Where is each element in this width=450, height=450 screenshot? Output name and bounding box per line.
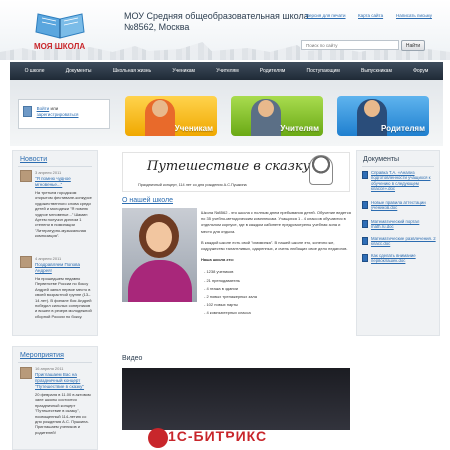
tile-teachers-label: Учителям — [280, 124, 319, 133]
word-doc-icon — [362, 171, 368, 179]
nav-item-parents[interactable]: Родителям — [260, 68, 285, 74]
divider — [18, 362, 92, 363]
document-link[interactable]: Математический портал math.ru.doc — [371, 219, 437, 230]
document-link[interactable]: Как сделать внимание первоклашек.doc — [371, 253, 437, 264]
logo-book-icon[interactable] — [34, 8, 86, 42]
news-title[interactable]: Новости — [20, 156, 47, 163]
news-date: 4 апреля 2011 — [35, 256, 62, 261]
nav-item-graduates[interactable]: Выпускникам — [361, 68, 392, 74]
news-thumbnail[interactable] — [20, 256, 32, 268]
divider — [362, 166, 434, 167]
news-link[interactable]: Поздравляем Попова Андрея! — [35, 262, 93, 274]
event-thumbnail[interactable] — [20, 367, 32, 379]
stats-item: - 4 этажа в здании — [204, 285, 238, 291]
nav-item-forum[interactable]: Форум — [413, 68, 428, 74]
news-text: На третьем городском открытом фестивале-… — [35, 190, 92, 239]
news-text: На прошедшем недавно Первенстве России п… — [35, 276, 92, 319]
photo-body — [128, 260, 192, 302]
video-overlay-text: 1С-БИТРИКС — [168, 428, 268, 444]
register-link[interactable]: зарегистрироваться — [37, 112, 79, 117]
photo-face — [146, 222, 172, 252]
event-date: 16 апреля 2011 — [35, 366, 64, 371]
login-or-text: или — [50, 106, 59, 111]
about-paragraph: В каждой школе есть свой "изюминка". В н… — [201, 239, 348, 252]
tile-students[interactable]: Ученикам — [125, 96, 217, 136]
word-doc-icon — [362, 237, 368, 245]
nav-item-students[interactable]: Ученикам — [172, 68, 195, 74]
stats-item: - 21 преподаватель — [204, 277, 241, 283]
news-thumbnail[interactable] — [20, 170, 32, 182]
bitrix-logo-icon — [148, 428, 168, 448]
stats-item: - 2 новых тренажерных зала — [204, 294, 257, 300]
play-icon[interactable] — [226, 437, 238, 450]
nav-item-applicants[interactable]: Поступающим — [307, 68, 340, 74]
promo-subtitle: Праздничный концерт, 114 лет со дня рожд… — [138, 183, 247, 187]
divider — [18, 166, 92, 167]
events-title[interactable]: Мероприятия — [20, 352, 64, 359]
word-doc-icon — [362, 201, 368, 209]
event-link[interactable]: Приглашаем Вас на праздничный концерт "П… — [35, 372, 93, 390]
search-input[interactable] — [301, 40, 399, 50]
stats-item: - 102 новых парты — [204, 302, 239, 308]
stats-list: - 1238 учеников - 21 преподаватель - 4 э… — [201, 268, 351, 317]
video-title: Видео — [122, 355, 143, 362]
main-nav: О школе Документы Школьная жизнь Ученика… — [10, 62, 443, 80]
tile-students-label: Ученикам — [174, 124, 213, 133]
stats-item: - 4 компьютерных класса — [204, 310, 251, 316]
document-link[interactable]: Математические развлечения. 2 класс.doc — [371, 236, 437, 247]
nav-item-documents[interactable]: Документы — [66, 68, 92, 74]
login-link[interactable]: Войти — [37, 106, 50, 111]
event-text: 20 февраля в 11.00 в актовом зале школы … — [35, 392, 91, 435]
word-doc-icon — [362, 254, 368, 262]
tile-parents[interactable]: Родителям — [337, 96, 429, 136]
tile-parents-label: Родителям — [381, 124, 425, 133]
nav-item-about[interactable]: О школе — [25, 68, 45, 74]
logo-text[interactable]: МОЯ ШКОЛА — [34, 42, 85, 51]
nav-item-school-life[interactable]: Школьная жизнь — [113, 68, 151, 74]
school-name-line2: №8562, Москва — [124, 22, 190, 32]
video-player[interactable]: 1С-БИТРИКС — [122, 368, 350, 450]
about-text: Школа №8562 - это школа с полным днем пр… — [201, 210, 351, 318]
student-head — [152, 100, 168, 117]
school-name-line1: МОУ Средняя общеобразовательная школа — [124, 11, 309, 21]
school-name: МОУ Средняя общеобразовательная школа №8… — [124, 11, 309, 33]
principal-photo — [122, 208, 197, 302]
tile-teachers[interactable]: Учителям — [231, 96, 323, 136]
word-doc-icon — [362, 220, 368, 228]
nav-item-teachers[interactable]: Учителям — [216, 68, 239, 74]
pushkin-portrait-icon — [309, 155, 333, 185]
concert-promo-banner[interactable]: Путешествие в сказку Праздничный концерт… — [122, 152, 350, 192]
sitemap-link[interactable]: Карта сайта — [358, 13, 383, 18]
search-button[interactable]: Найти — [401, 40, 425, 51]
teacher-head — [258, 100, 274, 117]
stats-title: Наша школа это: — [201, 257, 235, 263]
document-link[interactable]: Новые правила аттестации учеников.doc — [371, 200, 437, 211]
news-link[interactable]: "Я помню чудное мгновенье..." — [35, 176, 93, 188]
promo-title: Путешествие в сказку — [147, 159, 311, 174]
user-icon — [23, 106, 32, 117]
write-letter-link[interactable]: Написать письму — [396, 13, 432, 18]
about-paragraph: Школа №8562 - это школа с полным днем пр… — [201, 210, 351, 234]
stats-item: - 1238 учеников — [204, 269, 234, 275]
documents-title: Документы — [363, 156, 400, 163]
print-version-link[interactable]: Версия для печати — [306, 13, 346, 18]
login-text: Войти или зарегистрироваться — [37, 106, 79, 118]
login-box: Войти или зарегистрироваться — [18, 99, 110, 129]
document-link[interactable]: Справка Т.А. «Анализ подготовленности уч… — [371, 170, 437, 191]
news-date: 3 апреля 2011 — [35, 170, 62, 175]
parent-head — [364, 100, 380, 117]
about-title[interactable]: О нашей школе — [122, 197, 173, 204]
